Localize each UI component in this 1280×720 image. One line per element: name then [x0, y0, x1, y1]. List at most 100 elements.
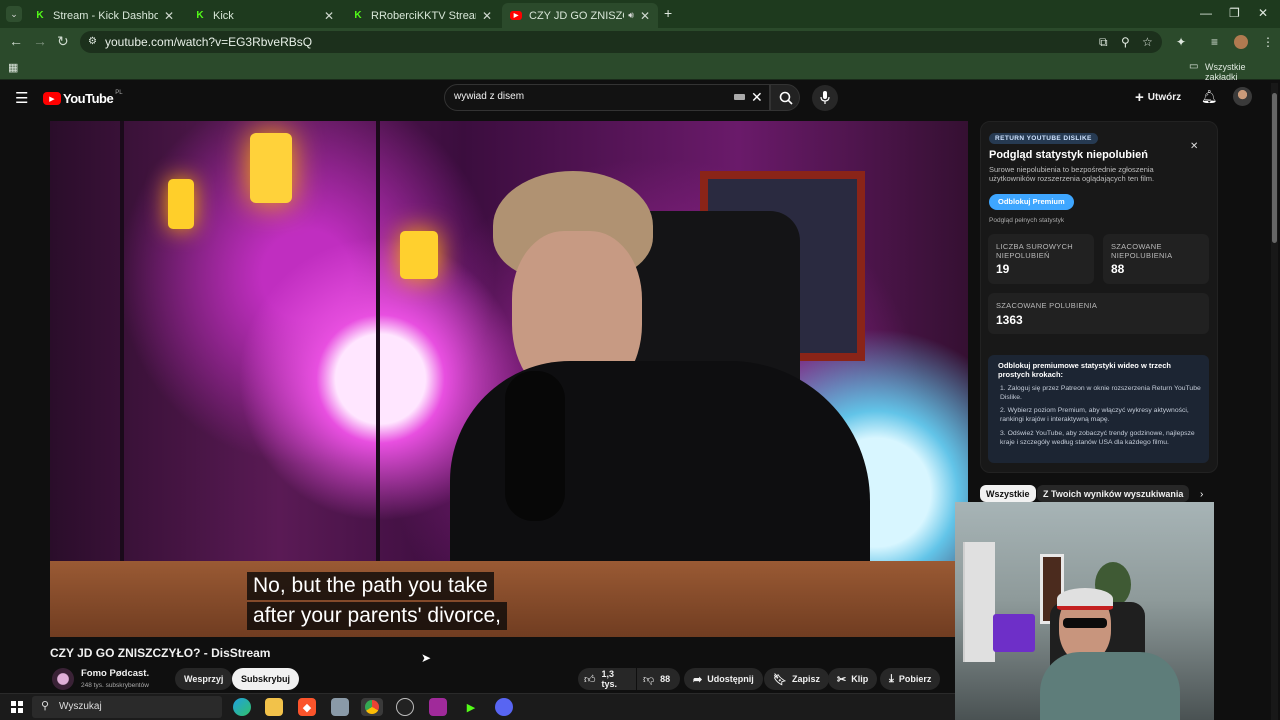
share-icon: ➦	[693, 673, 703, 686]
full-stats-note: Podgląd pełnych statystyk	[989, 217, 1065, 224]
forward-icon[interactable]: →	[33, 33, 47, 49]
tab-search-button[interactable]: ⌄	[6, 6, 22, 22]
download-button[interactable]: ⤓ Pobierz	[880, 668, 941, 690]
save-label: Zapisz	[791, 674, 820, 684]
stat-value: 1363	[996, 313, 1023, 327]
streamer-glasses	[1063, 618, 1107, 628]
subscriber-count: 248 tys. subskrybentów	[81, 682, 149, 689]
region-code: PL	[115, 89, 123, 96]
clip-label: Klip	[851, 674, 869, 684]
edge-icon[interactable]	[233, 698, 251, 716]
bookmarks-bar: ▦ ▭ Wszystkie zakładki	[0, 56, 1280, 82]
page-scrollbar[interactable]	[1271, 83, 1278, 720]
share-label: Udostępnij	[707, 674, 754, 684]
like-button[interactable]: 👍︎ 1,3 tys.	[578, 668, 636, 690]
restore-icon[interactable]: ❐	[1229, 6, 1240, 20]
streamlabs-icon[interactable]	[429, 698, 447, 716]
bookmark-star-icon[interactable]: ☆	[1142, 35, 1153, 49]
close-window-icon[interactable]: ✕	[1258, 6, 1268, 20]
support-button[interactable]: Wesprzyj	[175, 668, 233, 690]
zoom-icon[interactable]: ⚲	[1121, 35, 1130, 49]
like-count: 1,3 tys.	[601, 669, 618, 689]
menu-kebab-icon[interactable]: ⋮	[1262, 35, 1274, 49]
browser-tab-strip: ⌄ K Stream - Kick Dashboard ✕ K Kick ✕ K…	[0, 0, 1280, 28]
cast-icon[interactable]: ⧉	[1099, 35, 1108, 50]
discord-icon[interactable]	[495, 698, 513, 716]
apps-grid-icon[interactable]: ▦	[8, 61, 18, 74]
video-title: CZY JD GO ZNISZCZYŁO? - DisStream	[50, 646, 271, 660]
video-player[interactable]	[50, 121, 968, 637]
voice-search-button[interactable]	[812, 85, 838, 111]
stat-label: SZACOWANE POLUBIENIA	[996, 301, 1098, 310]
subscribe-button[interactable]: Subskrybuj	[232, 668, 300, 690]
channel-avatar[interactable]	[52, 668, 74, 690]
promo-step: 3. Odśwież YouTube, aby zobaczyć trendy …	[1000, 430, 1195, 446]
new-tab-button[interactable]: +	[664, 5, 672, 21]
tab-kick[interactable]: K Kick ✕	[186, 3, 342, 28]
windows-start-icon[interactable]	[11, 701, 23, 713]
chrome-icon[interactable]	[361, 698, 383, 716]
est-dislikes-card: SZACOWANE NIEPOLUBIENIA 88	[1103, 234, 1209, 284]
app-icon[interactable]	[331, 698, 349, 716]
room-shelf	[963, 542, 995, 662]
search-icon: ⚲	[41, 700, 50, 712]
brave-icon[interactable]: ◆	[298, 698, 316, 716]
extensions-icon[interactable]: ✦	[1176, 35, 1186, 49]
close-icon[interactable]: ✕	[640, 9, 650, 23]
close-panel-icon[interactable]: ✕	[1190, 141, 1198, 152]
promo-step-text: Zaloguj się przez Patreon w oknie rozsze…	[1000, 385, 1201, 401]
chevron-right-icon[interactable]: ›	[1200, 489, 1203, 500]
cursor-icon: ➤	[421, 651, 432, 665]
site-info-icon[interactable]: ⚙	[88, 36, 97, 47]
speaker-icon[interactable]: 🔊︎	[628, 10, 634, 21]
obs-icon[interactable]	[396, 698, 414, 716]
search-input[interactable]: wywiad z disem ✕	[444, 84, 770, 111]
reload-icon[interactable]: ↻	[57, 33, 69, 50]
kick-icon: K	[354, 10, 362, 21]
account-avatar[interactable]	[1233, 87, 1252, 106]
file-explorer-icon[interactable]	[265, 698, 283, 716]
close-icon[interactable]: ✕	[482, 9, 492, 23]
bookmark-icon: 🔖︎	[773, 673, 787, 686]
share-button[interactable]: ➦ Udostępnij	[684, 668, 763, 690]
channel-name[interactable]: Fomo Pødcast.	[81, 668, 149, 679]
thumbs-up-icon: 👍︎	[584, 673, 596, 686]
back-icon[interactable]: ←	[9, 33, 23, 49]
chip-from-search[interactable]: Z Twoich wyników wyszukiwania	[1037, 485, 1190, 502]
dislike-button[interactable]: 👎︎ 88	[637, 668, 680, 690]
panel-description: Surowe niepolubienia to bezpośrednie zgł…	[989, 165, 1155, 183]
create-label: Utwórz	[1147, 92, 1182, 103]
url-text: youtube.com/watch?v=EG3RbveRBsQ	[105, 35, 313, 49]
notifications-bell-icon[interactable]: 🔔︎	[1201, 89, 1218, 105]
all-bookmarks-link[interactable]: Wszystkie zakładki	[1205, 62, 1280, 82]
panel-heading: Podgląd statystyk niepolubień	[989, 149, 1148, 161]
search-button[interactable]	[770, 84, 800, 111]
profile-avatar[interactable]	[1234, 35, 1248, 49]
download-icon: ⤓	[889, 672, 894, 685]
scrollbar-thumb[interactable]	[1272, 93, 1277, 243]
search-query: wywiad z disem	[454, 91, 525, 102]
close-icon[interactable]: ✕	[164, 9, 174, 23]
keyboard-icon[interactable]	[734, 94, 745, 100]
create-button[interactable]: + Utwórz	[1135, 89, 1181, 106]
tab-kick-dashboard[interactable]: K Stream - Kick Dashboard ✕	[26, 3, 182, 28]
lamp-light	[400, 231, 438, 279]
stat-value: 88	[1111, 262, 1125, 276]
save-button[interactable]: 🔖︎ Zapisz	[764, 668, 829, 690]
subtitle-overlay: No, but the path you take after your par…	[247, 572, 507, 632]
promo-title: Odblokuj premiumowe statystyki wideo w t…	[998, 361, 1171, 379]
play-app-icon[interactable]: ▶	[462, 698, 480, 716]
tab-rroberci-stream[interactable]: K RRoberciKKTV Stream - Watch ✕	[344, 3, 500, 28]
youtube-logo[interactable]: ▶ YouTube PL	[43, 89, 123, 106]
close-icon[interactable]: ✕	[324, 9, 334, 23]
clear-search-icon[interactable]: ✕	[751, 89, 763, 106]
tab-youtube-video[interactable]: ▶ CZY JD GO ZNISZCZYŁO? - 🔊︎ ✕	[502, 3, 658, 28]
promo-step: 2. Wybierz poziom Premium, aby włączyć w…	[1000, 407, 1189, 423]
clip-button[interactable]: ✂ Klip	[828, 668, 878, 690]
reading-list-icon[interactable]: ≡	[1211, 35, 1218, 49]
minimize-icon[interactable]: —	[1200, 6, 1212, 20]
hamburger-menu-icon[interactable]: ☰	[15, 89, 28, 107]
chip-all[interactable]: Wszystkie	[980, 485, 1036, 502]
taskbar-search[interactable]: ⚲ Wyszukaj	[32, 696, 222, 718]
unlock-premium-button[interactable]: Odblokuj Premium	[989, 194, 1074, 210]
